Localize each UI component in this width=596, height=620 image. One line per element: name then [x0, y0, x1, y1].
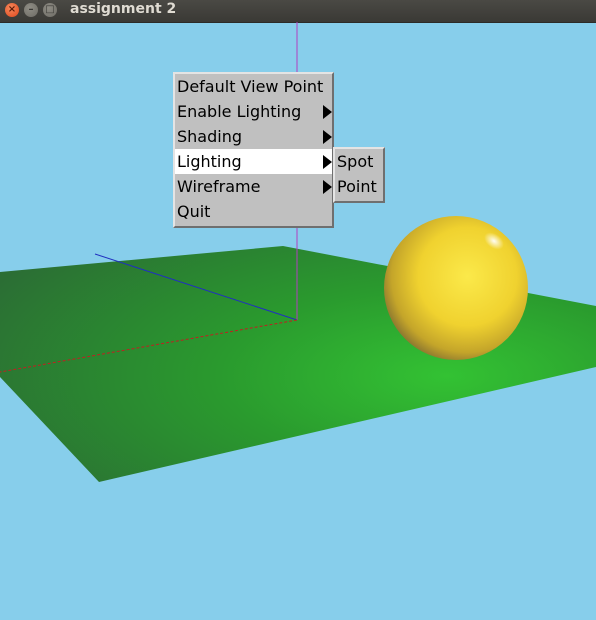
sphere [384, 216, 528, 360]
menu-item-label: Enable Lighting [177, 102, 302, 121]
submenu-item-spot[interactable]: Spot [335, 149, 383, 174]
context-menu: Default View Point Enable Lighting Shadi… [173, 72, 334, 228]
menu-item-label: Default View Point [177, 77, 324, 96]
submenu-arrow-icon [323, 155, 332, 169]
menu-item-label: Shading [177, 127, 242, 146]
lighting-submenu: Spot Point [333, 147, 385, 203]
menu-item-shading[interactable]: Shading [175, 124, 332, 149]
menu-item-quit[interactable]: Quit [175, 199, 332, 224]
submenu-arrow-icon [323, 130, 332, 144]
menu-item-label: Lighting [177, 152, 242, 171]
submenu-item-label: Point [337, 177, 377, 196]
maximize-window-button[interactable]: □ [43, 3, 57, 17]
menu-item-wireframe[interactable]: Wireframe [175, 174, 332, 199]
menu-item-label: Quit [177, 202, 211, 221]
close-window-button[interactable]: × [5, 3, 19, 17]
title-bar: × – □ assignment 2 [0, 0, 596, 23]
menu-item-lighting[interactable]: Lighting [175, 149, 332, 174]
menu-item-default-view-point[interactable]: Default View Point [175, 74, 332, 99]
window-title: assignment 2 [70, 1, 177, 17]
submenu-item-point[interactable]: Point [335, 174, 383, 199]
submenu-item-label: Spot [337, 152, 374, 171]
menu-item-enable-lighting[interactable]: Enable Lighting [175, 99, 332, 124]
minimize-window-button[interactable]: – [24, 3, 38, 17]
menu-item-label: Wireframe [177, 177, 261, 196]
submenu-arrow-icon [323, 105, 332, 119]
submenu-arrow-icon [323, 180, 332, 194]
